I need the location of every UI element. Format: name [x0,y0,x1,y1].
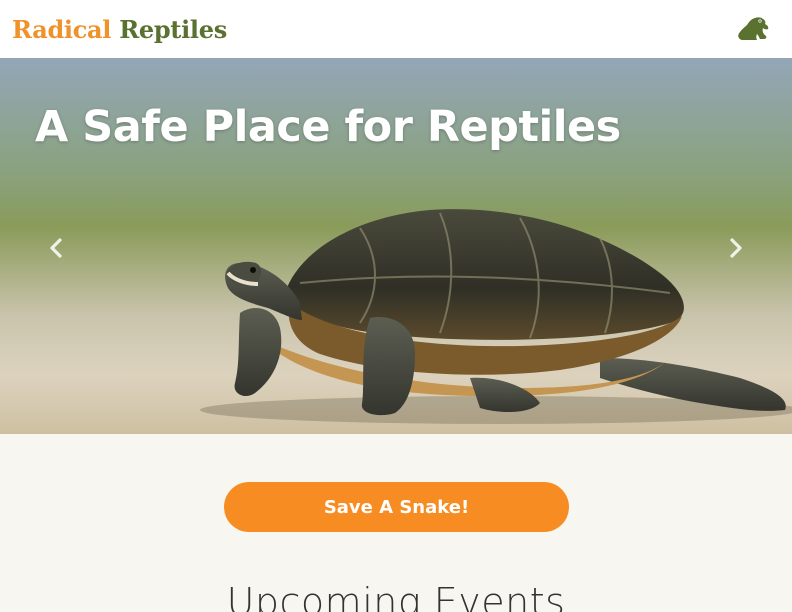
upcoming-events-heading: Upcoming Events [226,580,566,612]
save-a-snake-button[interactable]: Save A Snake! [224,482,569,532]
frog-icon[interactable] [736,15,770,43]
hero-carousel: A Safe Place for Reptiles [0,58,792,434]
carousel-next-button[interactable] [722,234,750,262]
brand-name-part2: Reptiles [119,14,227,44]
carousel-slide-title: A Safe Place for Reptiles [35,102,621,152]
carousel-prev-button[interactable] [42,234,70,262]
site-header: Radical Reptiles [0,0,792,58]
brand-name-part1: Radical [12,14,112,44]
chevron-left-icon [50,238,62,258]
chevron-right-icon [730,238,742,258]
brand-logo-text[interactable]: Radical Reptiles [12,15,227,44]
